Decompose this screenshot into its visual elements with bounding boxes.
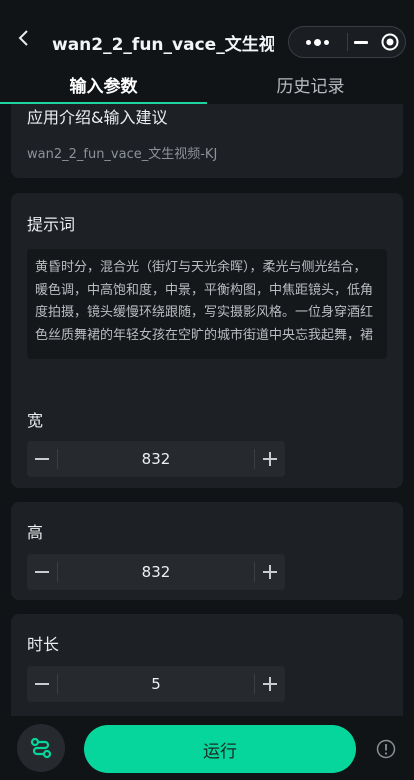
target-close-icon[interactable]: [375, 27, 405, 57]
form-scroll-area[interactable]: 应用介绍&输入建议 wan2_2_fun_vace_文生视频-KJ 提示词 黄昏…: [0, 104, 414, 716]
duration-card: 时长 5: [11, 614, 403, 716]
duration-value[interactable]: 5: [58, 675, 254, 693]
height-card: 高 832: [11, 502, 403, 600]
intro-card[interactable]: 应用介绍&输入建议 wan2_2_fun_vace_文生视频-KJ: [11, 104, 403, 178]
more-dots-icon[interactable]: [289, 27, 347, 57]
prompt-textarea[interactable]: 黄昏时分，混合光（街灯与天光余晖），柔光与侧光结合，暖色调，中高饱和度，中景，平…: [27, 249, 387, 359]
prompt-label: 提示词: [27, 215, 76, 234]
width-card: 宽 832: [11, 390, 403, 488]
minus-icon[interactable]: [27, 441, 57, 477]
minus-icon[interactable]: [27, 554, 57, 590]
tab-input-params[interactable]: 输入参数: [0, 64, 207, 104]
workflow-icon[interactable]: [17, 724, 65, 772]
tab-history[interactable]: 历史记录: [207, 64, 414, 104]
back-chevron-icon[interactable]: [12, 26, 36, 50]
page-title: wan2_2_fun_vace_文生视...: [52, 35, 274, 55]
height-stepper: 832: [27, 554, 285, 590]
header: wan2_2_fun_vace_文生视...: [0, 0, 414, 64]
bottom-action-bar: 运行: [0, 716, 414, 780]
minus-icon[interactable]: [27, 666, 57, 702]
tab-bar: 输入参数 历史记录: [0, 64, 414, 104]
width-label: 宽: [27, 411, 44, 430]
duration-label: 时长: [27, 635, 60, 654]
run-button[interactable]: 运行: [84, 725, 356, 773]
height-label: 高: [27, 523, 44, 542]
minimize-icon[interactable]: [347, 27, 375, 57]
plus-icon[interactable]: [255, 441, 285, 477]
width-value[interactable]: 832: [58, 450, 254, 468]
duration-stepper: 5: [27, 666, 285, 702]
intro-label: 应用介绍&输入建议: [27, 108, 168, 127]
info-icon[interactable]: [375, 738, 397, 760]
width-stepper: 832: [27, 441, 285, 477]
plus-icon[interactable]: [255, 554, 285, 590]
mini-program-capsule: [288, 26, 406, 58]
intro-subtitle: wan2_2_fun_vace_文生视频-KJ: [27, 147, 218, 162]
plus-icon[interactable]: [255, 666, 285, 702]
height-value[interactable]: 832: [58, 563, 254, 581]
